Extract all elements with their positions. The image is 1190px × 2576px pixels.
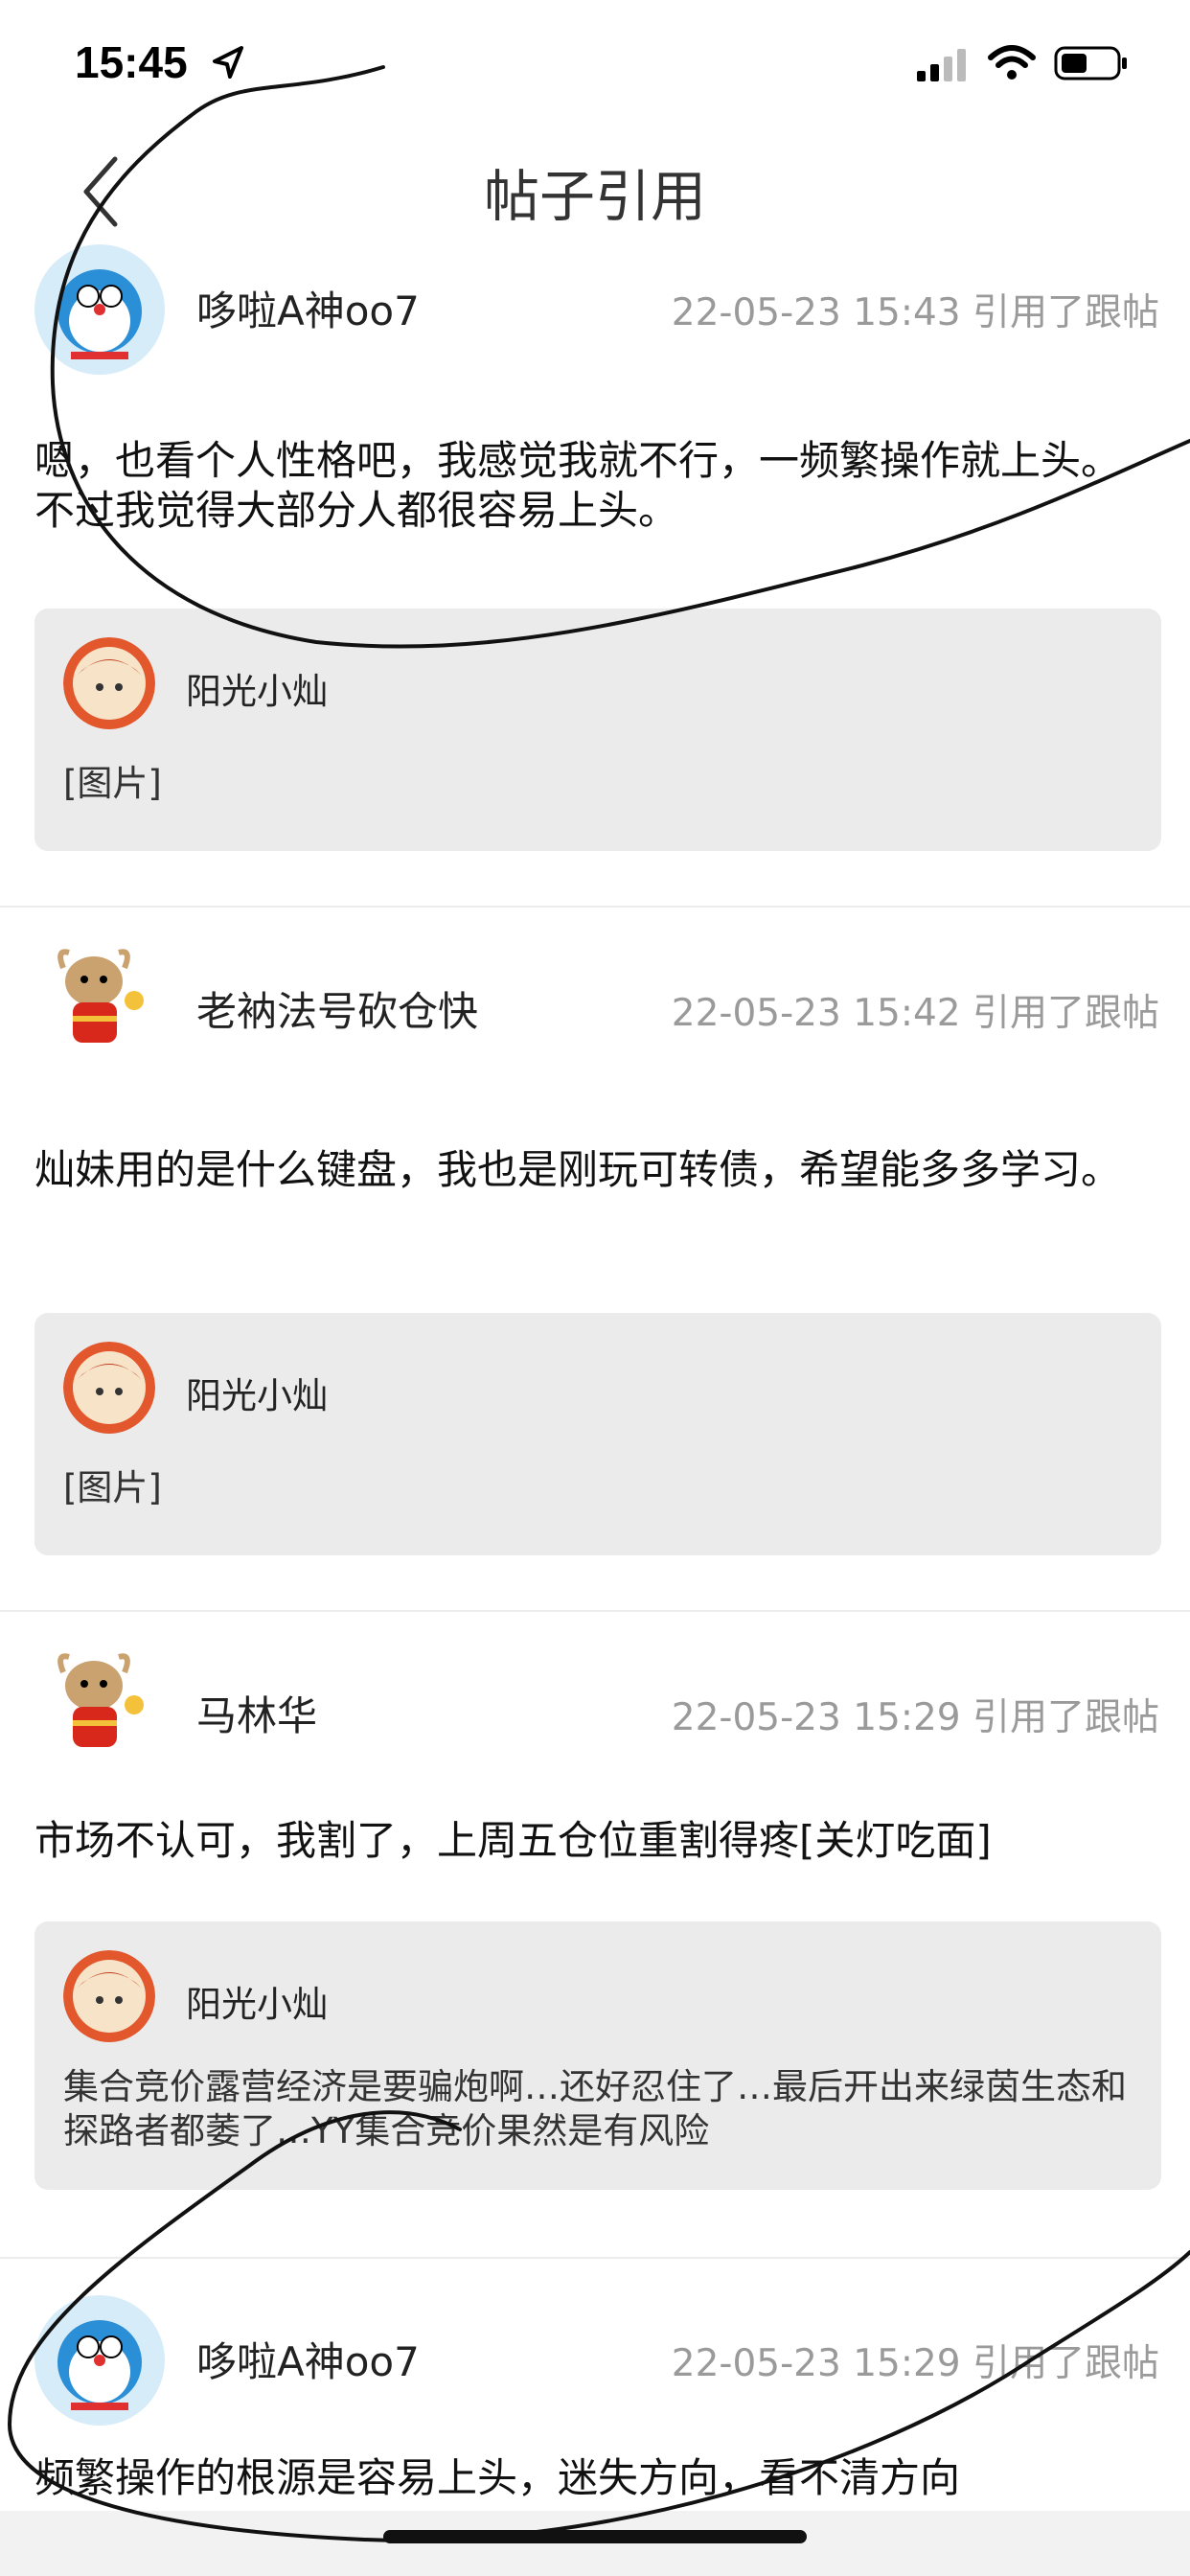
post-content: 灿妹用的是什么键盘，我也是刚玩可转债，希望能多多学习。 (34, 1146, 1122, 1193)
list-item[interactable]: 哆啦A神oo7 22-05-23 15:29 引用了跟帖 频繁操作的根源是容易上… (0, 2295, 1190, 2516)
page-title: 帖子引用 (483, 164, 706, 229)
quoted-post[interactable]: 阳光小灿 集合竞价露营经济是要骗炮啊…还好忍住了…最后开出来绿茵生态和探路者都萎… (34, 1921, 1161, 2190)
battery-icon (1054, 46, 1127, 80)
quote-text: [图片] (63, 1467, 162, 1508)
post-content: 频繁操作的根源是容易上头，迷失方向，看不清方向 (34, 2454, 961, 2501)
quote-avatar (63, 637, 155, 729)
quote-avatar (63, 1342, 155, 1434)
post-content: 嗯，也看个人性格吧，我感觉我就不行，一频繁操作就上头。不过我觉得大部分人都很容易… (34, 437, 1122, 534)
list-item[interactable]: 老衲法号砍仓快 22-05-23 15:42 引用了跟帖 灿妹用的是什么键盘，我… (0, 939, 1190, 1600)
avatar[interactable] (34, 244, 165, 375)
post-username[interactable]: 哆啦A神oo7 (196, 279, 420, 337)
post-timestamp: 22-05-23 15:29 引用了跟帖 (671, 1696, 1159, 1739)
post-content: 市场不认可，我割了，上周五仓位重割得疼[关灯吃面] (34, 1817, 992, 1864)
avatar[interactable] (34, 2295, 165, 2426)
quote-username: 阳光小灿 (186, 1984, 328, 2025)
post-timestamp: 22-05-23 15:42 引用了跟帖 (671, 992, 1159, 1035)
list-item[interactable]: 马林华 22-05-23 15:29 引用了跟帖 市场不认可，我割了，上周五仓位… (0, 1644, 1190, 2247)
list-item[interactable]: 哆啦A神oo7 22-05-23 15:43 引用了跟帖 嗯，也看个人性格吧，我… (0, 244, 1190, 906)
location-arrow-icon (213, 46, 243, 79)
divider (0, 906, 1190, 908)
post-username[interactable]: 老衲法号砍仓快 (196, 979, 478, 1038)
quoted-post[interactable]: 阳光小灿 [图片] (34, 609, 1161, 851)
post-username[interactable]: 马林华 (196, 1684, 317, 1742)
avatar[interactable] (34, 1644, 165, 1774)
avatar[interactable] (34, 939, 165, 1070)
divider (0, 2257, 1190, 2259)
post-timestamp: 22-05-23 15:29 引用了跟帖 (671, 2342, 1159, 2385)
post-username[interactable]: 哆啦A神oo7 (196, 2330, 420, 2388)
status-bar: 15:45 (0, 0, 1190, 125)
quote-username: 阳光小灿 (186, 671, 328, 712)
quote-username: 阳光小灿 (186, 1375, 328, 1416)
bottom-area (0, 2511, 1190, 2576)
divider (0, 1610, 1190, 1612)
cellular-signal-icon (917, 49, 966, 81)
quote-avatar (63, 1950, 155, 2042)
status-time: 15:45 (75, 37, 188, 87)
post-timestamp: 22-05-23 15:43 引用了跟帖 (671, 291, 1159, 334)
quote-text: [图片] (63, 763, 162, 804)
home-indicator[interactable] (383, 2530, 807, 2543)
quote-text: 集合竞价露营经济是要骗炮啊…还好忍住了…最后开出来绿茵生态和探路者都萎了…YY集… (63, 2066, 1127, 2151)
quoted-post[interactable]: 阳光小灿 [图片] (34, 1313, 1161, 1555)
wifi-icon (988, 45, 1036, 80)
